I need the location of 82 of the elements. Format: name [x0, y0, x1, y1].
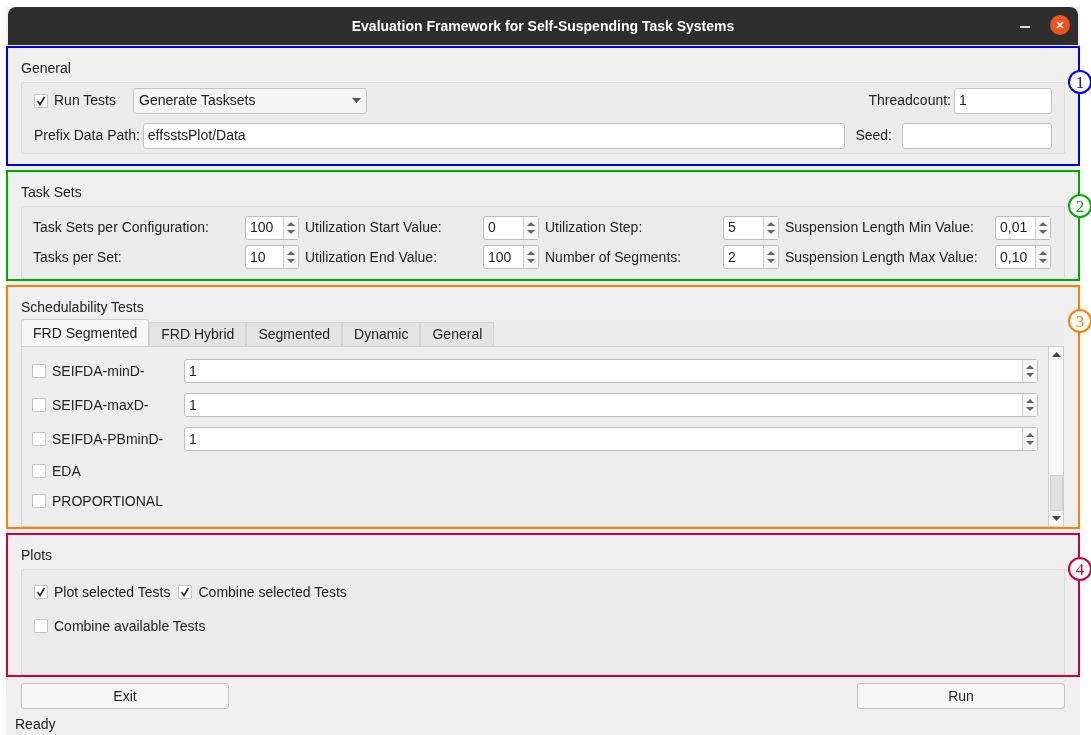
checkbox[interactable] [32, 432, 46, 446]
group-title: Plots [21, 546, 54, 565]
spin-box[interactable]: 5 [723, 215, 779, 240]
field-label: Suspension Length Max Value: [785, 247, 978, 267]
spin-box[interactable]: 10 [245, 245, 299, 270]
spin-arrows-icon[interactable] [527, 220, 535, 235]
spin-box[interactable]: 0,10 [995, 245, 1051, 270]
tab[interactable]: Dynamic [342, 322, 421, 346]
checkbox[interactable] [32, 494, 46, 508]
annotation-number: 2 [1068, 194, 1091, 218]
spin-box[interactable]: 0,01 [995, 215, 1051, 240]
caret-icon [352, 98, 361, 103]
scroll-thumb[interactable] [1049, 475, 1063, 511]
status-text: Ready [15, 715, 57, 734]
field-label: Suspension Length Min Value: [785, 218, 974, 238]
field-label: Prefix Data Path: [34, 126, 140, 145]
push-button[interactable]: Exit [21, 683, 229, 709]
annotation-number: 4 [1068, 557, 1091, 581]
spin-arrows-icon[interactable] [1026, 432, 1034, 446]
field-label: Threadcount: [868, 91, 951, 110]
tab[interactable]: FRD Segmented [21, 319, 150, 346]
checkbox-label[interactable]: EDA [52, 460, 184, 482]
group-title: General [21, 59, 72, 78]
spin-arrows-icon[interactable] [1026, 364, 1034, 378]
checkbox-label[interactable]: Combine selected Tests [198, 581, 347, 603]
checkmark-icon [36, 95, 46, 106]
field-label: Seed: [855, 126, 892, 145]
tab[interactable]: FRD Hybrid [149, 322, 247, 346]
checkbox-label[interactable]: Combine available Tests [54, 615, 206, 637]
field-label: Task Sets per Configuration: [33, 218, 209, 238]
annotation-number: 1 [1068, 70, 1091, 94]
field-label: Utilization Step: [545, 218, 643, 238]
checkbox-label[interactable]: SEIFDA-PBminD- [52, 428, 184, 450]
group-title: Schedulability Tests [21, 298, 145, 317]
field-label: Tasks per Set: [33, 247, 122, 267]
spin-box[interactable]: 1 [184, 427, 1038, 451]
close-button[interactable] [1050, 15, 1070, 35]
path-field[interactable]: effsstsPlot/Data [142, 122, 846, 149]
checkmark-icon [36, 587, 46, 597]
scroll-down-icon[interactable] [1051, 516, 1061, 521]
spin-arrows-icon[interactable] [1039, 220, 1047, 235]
threadcount-field[interactable]: 1 [954, 87, 1052, 114]
spin-arrows-icon[interactable] [767, 220, 775, 235]
checkbox[interactable] [178, 585, 193, 599]
seed-field[interactable] [902, 122, 1052, 149]
spin-box[interactable]: 100 [483, 245, 539, 270]
checkbox[interactable] [32, 464, 46, 478]
spin-box[interactable]: 1 [184, 393, 1038, 417]
spin-box[interactable]: 1 [184, 359, 1038, 383]
checkbox-label[interactable]: Plot selected Tests [54, 581, 171, 603]
checkbox[interactable] [32, 398, 46, 412]
spin-arrows-icon[interactable] [1039, 250, 1047, 265]
scroll-up-icon[interactable] [1051, 352, 1061, 357]
annotation-number: 3 [1068, 309, 1091, 333]
spin-box[interactable]: 2 [723, 245, 779, 270]
push-button[interactable]: Run [857, 683, 1065, 709]
spin-arrows-icon[interactable] [1026, 398, 1034, 412]
mode-dropdown[interactable]: Generate Tasksets [133, 87, 367, 114]
spin-box[interactable]: 100 [245, 215, 299, 240]
checkbox[interactable] [34, 585, 48, 599]
checkbox-label[interactable]: Run Tests [54, 90, 116, 111]
field-label: Number of Segments: [545, 247, 682, 267]
checkmark-icon [180, 587, 191, 597]
spin-arrows-icon[interactable] [767, 250, 775, 265]
checkbox[interactable] [34, 93, 48, 108]
spin-arrows-icon[interactable] [287, 220, 295, 235]
checkbox[interactable] [32, 364, 46, 378]
tab[interactable]: General [420, 322, 495, 346]
tab[interactable]: Segmented [246, 322, 342, 346]
spin-arrows-icon[interactable] [527, 250, 535, 265]
field-label: Utilization End Value: [305, 247, 438, 267]
checkbox-label[interactable]: SEIFDA-minD- [52, 360, 184, 382]
checkbox-label[interactable]: SEIFDA-maxD- [52, 394, 184, 416]
spin-box[interactable]: 0 [483, 215, 539, 240]
checkbox[interactable] [34, 619, 48, 633]
field-label: Utilization Start Value: [305, 218, 442, 238]
group-title: Task Sets [21, 183, 83, 202]
spin-arrows-icon[interactable] [287, 250, 295, 265]
scrollbar[interactable] [1048, 347, 1063, 526]
checkbox-label[interactable]: PROPORTIONAL [52, 490, 184, 512]
window-title: Evaluation Framework for Self-Suspending Task Systems [351, 16, 735, 36]
close-icon [1056, 21, 1064, 29]
